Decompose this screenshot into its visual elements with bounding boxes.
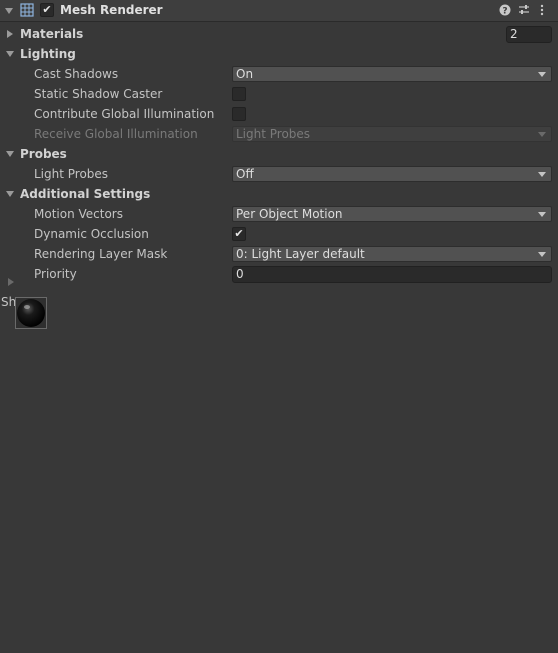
probes-label[interactable]: Probes — [20, 147, 67, 161]
more-icon[interactable] — [539, 4, 545, 16]
motion-vectors-label: Motion Vectors — [34, 207, 123, 221]
lighting-label[interactable]: Lighting — [20, 47, 76, 61]
rendering-layer-mask-value: 0: Light Layer default — [236, 247, 365, 261]
dropdown-caret-icon — [538, 132, 546, 137]
sphere-preview-icon — [17, 299, 45, 327]
additional-settings-label[interactable]: Additional Settings — [20, 187, 150, 201]
component-foldout-arrow-icon[interactable] — [5, 8, 13, 14]
motion-vectors-value: Per Object Motion — [236, 207, 343, 221]
light-probes-value: Off — [236, 167, 254, 181]
dynamic-occlusion-checkbox[interactable]: ✔ — [232, 227, 246, 241]
cast-shadows-dropdown[interactable]: On — [232, 66, 552, 82]
material-preview-label: Sh — [1, 295, 17, 309]
mesh-renderer-icon — [20, 3, 34, 17]
contribute-gi-checkbox[interactable] — [232, 107, 246, 121]
component-enabled-checkbox[interactable]: ✔ — [40, 3, 54, 17]
light-probes-dropdown[interactable]: Off — [232, 166, 552, 182]
contribute-gi-label: Contribute Global Illumination — [34, 107, 215, 121]
receive-gi-value: Light Probes — [236, 127, 311, 141]
material-preview-thumbnail[interactable] — [15, 297, 47, 329]
dropdown-caret-icon — [538, 72, 546, 77]
component-title: Mesh Renderer — [60, 3, 163, 17]
dropdown-caret-icon — [538, 252, 546, 257]
receive-gi-dropdown: Light Probes — [232, 126, 552, 142]
rendering-layer-mask-dropdown[interactable]: 0: Light Layer default — [232, 246, 552, 262]
priority-label: Priority — [34, 267, 77, 281]
material-preview-foldout-arrow-icon[interactable] — [8, 278, 14, 286]
probes-foldout-arrow-icon[interactable] — [6, 151, 14, 157]
additional-settings-foldout-arrow-icon[interactable] — [6, 191, 14, 197]
motion-vectors-dropdown[interactable]: Per Object Motion — [232, 206, 552, 222]
lighting-foldout-arrow-icon[interactable] — [6, 51, 14, 57]
materials-label[interactable]: Materials — [20, 27, 83, 41]
light-probes-label: Light Probes — [34, 167, 109, 181]
svg-text:?: ? — [502, 7, 507, 17]
receive-gi-label: Receive Global Illumination — [34, 127, 198, 141]
component-header: ✔ Mesh Renderer ? — [0, 0, 558, 22]
dropdown-caret-icon — [538, 172, 546, 177]
presets-icon[interactable] — [518, 4, 530, 16]
materials-count-field[interactable]: 2 — [506, 26, 552, 43]
static-shadow-caster-checkbox[interactable] — [232, 87, 246, 101]
materials-foldout-arrow-icon[interactable] — [7, 30, 13, 38]
rendering-layer-mask-label: Rendering Layer Mask — [34, 247, 168, 261]
static-shadow-caster-label: Static Shadow Caster — [34, 87, 163, 101]
dynamic-occlusion-label: Dynamic Occlusion — [34, 227, 149, 241]
dropdown-caret-icon — [538, 212, 546, 217]
help-icon[interactable]: ? — [499, 4, 511, 16]
cast-shadows-value: On — [236, 67, 254, 81]
priority-field[interactable]: 0 — [232, 266, 552, 283]
cast-shadows-label: Cast Shadows — [34, 67, 119, 81]
